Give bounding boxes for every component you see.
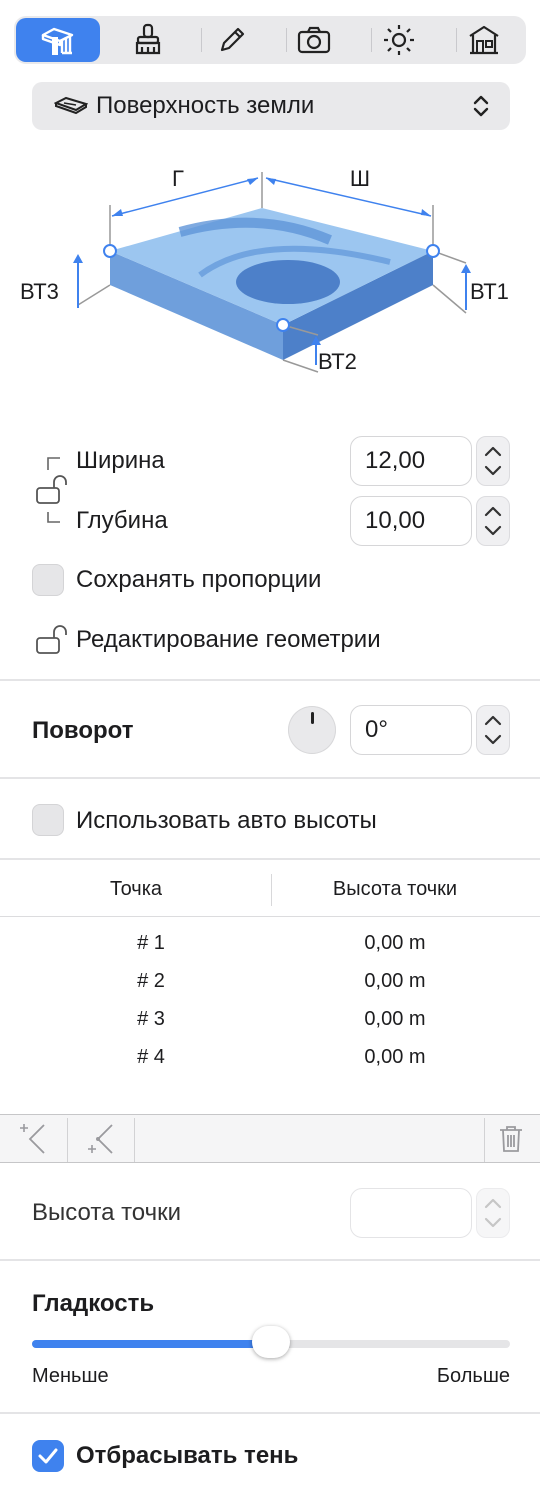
surface-popup-label: Поверхность земли — [96, 92, 315, 119]
tab-building[interactable] — [442, 18, 526, 62]
rotation-label: Поворот — [32, 717, 134, 744]
add-point-after-icon — [88, 1124, 113, 1154]
sun-icon — [384, 25, 414, 55]
smoothness-slider-fill — [32, 1340, 271, 1348]
divider — [0, 1259, 540, 1261]
label-width: Ш — [350, 166, 370, 191]
smoothness-slider-knob[interactable] — [252, 1326, 290, 1358]
stepper-arrows-icon — [484, 446, 502, 476]
divider — [0, 777, 540, 779]
smoothness-max-label: Больше — [436, 1365, 510, 1387]
divider — [0, 858, 540, 860]
add-point-after-button[interactable] — [68, 1115, 134, 1163]
unlock-geometry-icon[interactable] — [34, 624, 74, 658]
cast-shadow-label: Отбрасывать тень — [76, 1442, 299, 1469]
action-separator — [134, 1118, 135, 1162]
rotation-dial-indicator — [311, 712, 314, 724]
auto-heights-label: Использовать авто высоты — [76, 807, 377, 834]
table-row[interactable]: # 1 0,00 m — [0, 932, 540, 970]
trash-icon — [500, 1126, 522, 1152]
table-header-divider — [0, 916, 540, 917]
label-ht2: ВТ2 — [318, 349, 357, 374]
point-cell: # 2 — [137, 970, 165, 992]
terrain-ruler-icon — [41, 27, 74, 55]
table-row[interactable]: # 2 0,00 m — [0, 970, 540, 1008]
surface-popup[interactable]: Поверхность земли — [32, 82, 510, 130]
keep-proportions-checkbox[interactable] — [32, 564, 64, 596]
action-separator — [484, 1118, 485, 1162]
width-field[interactable]: 12,00 — [350, 436, 472, 486]
rotation-stepper[interactable] — [476, 705, 510, 755]
add-point-before-button[interactable] — [0, 1115, 66, 1163]
label-ht1: ВТ1 — [470, 279, 509, 304]
point-height-stepper[interactable] — [476, 1188, 510, 1238]
smoothness-min-label: Меньше — [32, 1365, 109, 1387]
label-ht3: ВТ3 — [20, 279, 59, 304]
add-point-icon — [20, 1124, 45, 1154]
tab-edit[interactable] — [190, 18, 274, 62]
pencil-icon — [220, 27, 245, 52]
table-row[interactable]: # 4 0,00 m — [0, 1046, 540, 1084]
width-label: Ширина — [76, 447, 165, 474]
unlock-icon[interactable] — [34, 474, 74, 508]
column-header-height[interactable]: Высота точки — [272, 878, 518, 901]
point-height-label: Высота точки — [32, 1199, 182, 1226]
up-down-chevron-icon — [473, 95, 489, 117]
tab-lighting[interactable] — [357, 18, 441, 62]
delete-point-button[interactable] — [486, 1115, 536, 1163]
height-cell: 0,00 m — [364, 1008, 426, 1030]
column-header-point[interactable]: Точка — [0, 878, 272, 901]
point-cell: # 1 — [137, 932, 165, 954]
auto-heights-checkbox[interactable] — [32, 804, 64, 836]
terrain-diagram: Г Ш ВТ3 ВТ1 ВТ2 — [20, 166, 509, 374]
height-cell: 0,00 m — [364, 970, 426, 992]
tab-terrain[interactable] — [16, 18, 100, 62]
table-row[interactable]: # 3 0,00 m — [0, 1008, 540, 1046]
tab-camera[interactable] — [272, 18, 356, 62]
stepper-arrows-icon — [484, 1198, 502, 1228]
point-height-field[interactable] — [350, 1188, 472, 1238]
stepper-arrows-icon — [484, 506, 502, 536]
point-cell: # 4 — [137, 1046, 165, 1068]
checkmark-icon — [38, 1448, 58, 1464]
rotation-field[interactable]: 0° — [350, 705, 472, 755]
inspector-toolbar — [14, 16, 526, 64]
house-icon — [469, 25, 499, 55]
paint-brush-icon — [135, 23, 161, 55]
divider — [0, 1412, 540, 1414]
point-cell: # 3 — [137, 1008, 165, 1030]
rotation-dial[interactable] — [288, 706, 336, 754]
edit-geometry-label: Редактирование геометрии — [76, 626, 381, 653]
height-cell: 0,00 m — [364, 932, 426, 954]
smoothness-label: Гладкость — [32, 1290, 155, 1317]
tab-materials[interactable] — [106, 18, 190, 62]
depth-label: Глубина — [76, 507, 168, 534]
label-depth: Г — [172, 166, 184, 191]
cast-shadow-checkbox[interactable] — [32, 1440, 64, 1472]
stepper-arrows-icon — [484, 715, 502, 745]
depth-field[interactable]: 10,00 — [350, 496, 472, 546]
width-stepper[interactable] — [476, 436, 510, 486]
keep-proportions-label: Сохранять пропорции — [76, 566, 322, 593]
camera-icon — [297, 26, 331, 54]
height-cell: 0,00 m — [364, 1046, 426, 1068]
divider — [0, 679, 540, 681]
depth-stepper[interactable] — [476, 496, 510, 546]
surface-icon — [54, 96, 88, 115]
